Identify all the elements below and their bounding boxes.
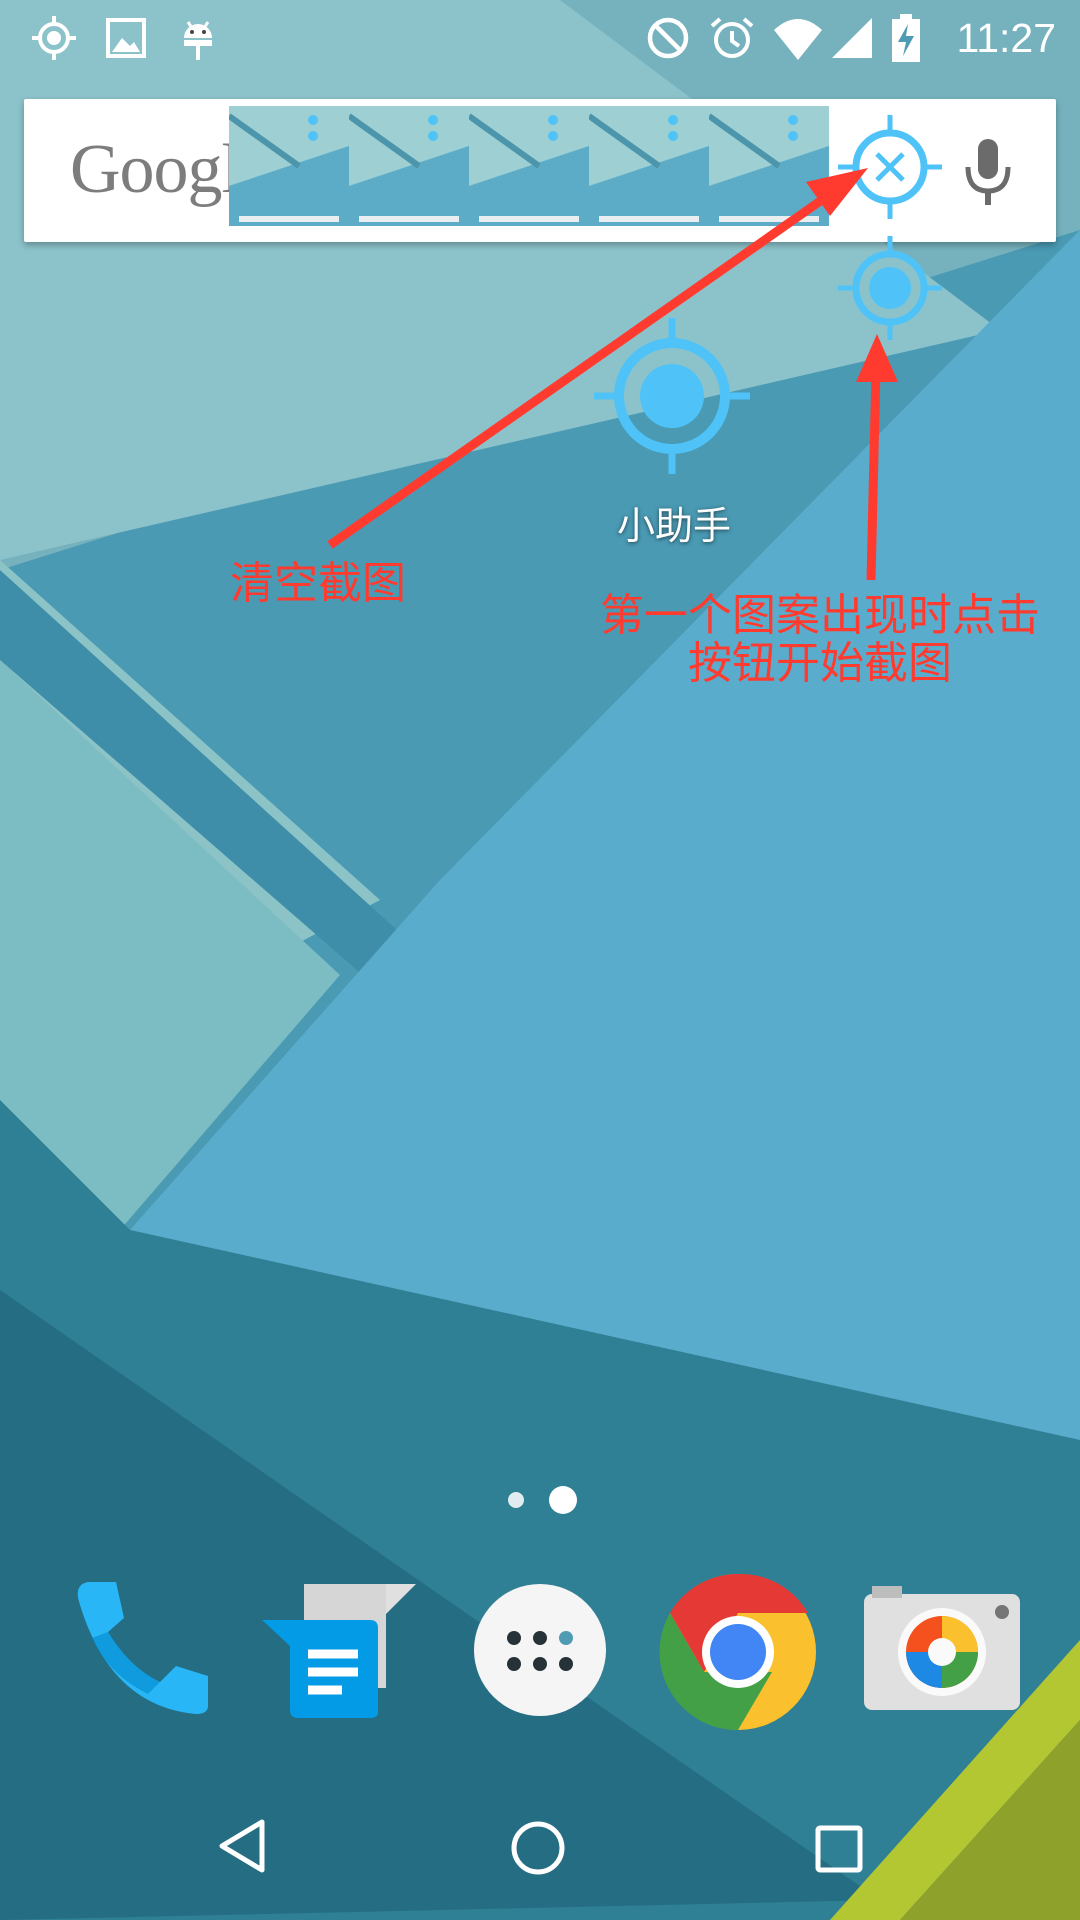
start-annotation-line1: 第一个图案出现时点击 (600, 590, 1040, 641)
chrome-icon[interactable] (659, 1573, 816, 1731)
camera-icon[interactable] (864, 1582, 1020, 1712)
recents-icon (815, 1825, 863, 1873)
home-button[interactable] (510, 1820, 566, 1876)
app-drawer-icon[interactable] (474, 1584, 606, 1716)
clear-annotation: 清空截图 (230, 558, 406, 609)
page-indicator-dot-active[interactable] (549, 1486, 577, 1514)
home-icon (511, 1821, 565, 1875)
back-button[interactable] (212, 1816, 272, 1876)
start-annotation: 第一个图案出现时点击 按钮开始截图 (585, 592, 1055, 688)
messenger-icon[interactable] (258, 1580, 418, 1720)
start-annotation-line2: 按钮开始截图 (688, 638, 952, 689)
page-indicator-dot[interactable] (508, 1492, 524, 1508)
phone-icon[interactable] (68, 1578, 208, 1718)
back-icon (219, 1819, 265, 1873)
recents-button[interactable] (814, 1824, 864, 1874)
